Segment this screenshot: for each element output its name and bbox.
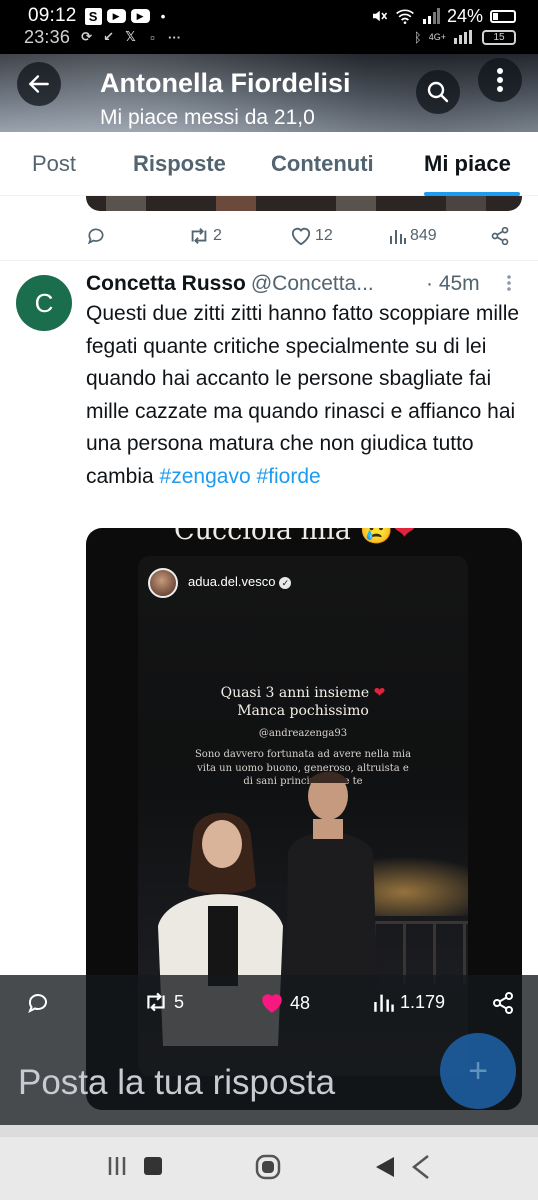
reply-icon (28, 994, 47, 1014)
like-count: 12 (315, 227, 333, 244)
more-options-button[interactable] (478, 58, 522, 102)
heart-filled-icon (262, 994, 282, 1013)
tweet-more-button[interactable] (506, 274, 512, 298)
share-icon (491, 226, 509, 246)
recent-apps-button[interactable] (106, 1153, 164, 1179)
reply-input[interactable]: Posta la tua risposta (18, 1063, 335, 1103)
profile-tabs: Post Risposte Contenuti Mi piace (0, 132, 538, 196)
share-button[interactable] (490, 226, 510, 246)
sync-icon: ⟳ (81, 29, 92, 44)
heart-emoji-icon: ❤ (393, 528, 416, 546)
profile-name: Antonella Fiordelisi (100, 68, 351, 98)
next-tweet-peek (0, 1125, 538, 1137)
story-mention: @andreazenga93 (258, 728, 348, 739)
tab-risposte[interactable]: Risposte (133, 132, 226, 196)
heart-icon (291, 227, 311, 246)
back-nav-button[interactable] (372, 1153, 432, 1181)
retweet-count: 2 (213, 227, 222, 244)
back-arrow-icon (28, 75, 49, 93)
author-handle[interactable]: @Concetta... (251, 272, 374, 296)
avatar[interactable]: C (16, 275, 72, 331)
more-notifications-icon: ··· (168, 29, 182, 45)
tweet-actions: 5 48 1.179 (0, 989, 538, 1021)
tweet-divider (0, 260, 538, 261)
like-button[interactable]: 48 (259, 991, 310, 1015)
hashtag-link[interactable]: #fiorde (256, 465, 320, 488)
header-subtitle: Mi piace messi da 21,0 (100, 106, 315, 129)
retweet-icon (147, 992, 165, 1012)
status-time-secondary: 23:36 (24, 26, 71, 47)
youtube-icon: ▶ (130, 9, 150, 23)
wifi-icon (396, 9, 414, 24)
retweet-button[interactable]: 2 (188, 226, 222, 246)
plus-icon: + (468, 1051, 488, 1090)
back-button[interactable] (17, 62, 61, 106)
mute-icon (372, 10, 388, 22)
dot-icon: • (160, 8, 166, 24)
author-name[interactable]: Concetta Russo (86, 272, 246, 296)
tab-mi-piace[interactable]: Mi piace (424, 132, 511, 196)
hashtag-link[interactable]: #zengavo (160, 465, 251, 488)
previous-tweet-media[interactable] (86, 196, 522, 211)
views-count: 849 (410, 227, 437, 244)
system-navigation-bar (0, 1137, 538, 1200)
missed-call-icon: ↙ (103, 29, 114, 44)
share-icon (493, 992, 513, 1014)
tab-post[interactable]: Post (32, 132, 76, 196)
tab-contenuti[interactable]: Contenuti (271, 132, 374, 196)
retweet-icon (191, 228, 207, 244)
samsung-s-icon: S (84, 7, 102, 25)
status-bar: 09:12 S ▶ ▶ • 24% 23:36 ⟳ ↙ 𝕏 ▫ ··· ᛒ 4G… (0, 0, 538, 54)
tweet-header: Concetta Russo @Concetta... · 45m (86, 270, 516, 298)
like-button[interactable]: 12 (290, 226, 333, 246)
battery-icon-secondary: 15 (482, 29, 516, 45)
vertical-dots-icon (507, 275, 511, 291)
compose-button[interactable]: + (440, 1033, 516, 1109)
views-button[interactable]: 1.179 (373, 991, 445, 1013)
share-button[interactable] (491, 991, 515, 1015)
back-triangle-icon (376, 1155, 429, 1179)
verified-icon: ✓ (279, 576, 292, 589)
image-overlay-text: Cucciola mia 😢❤ (174, 528, 416, 546)
home-button[interactable] (254, 1153, 282, 1181)
reply-button[interactable] (86, 226, 106, 246)
home-icon (255, 1154, 281, 1180)
search-icon (427, 81, 449, 103)
profile-header: Antonella Fiordelisi Mi piace messi da 2… (0, 54, 538, 132)
tweet-text: Questi due zitti zitti hanno fatto scopp… (86, 298, 522, 493)
story-caption-title: Quasi 3 anni insieme ❤ Manca pochissimo (220, 685, 386, 719)
signal-icon (422, 8, 440, 24)
reply-button[interactable] (26, 991, 50, 1015)
heart-emoji-icon: ❤ (373, 685, 386, 701)
views-button[interactable]: 849 (389, 227, 437, 245)
search-button[interactable] (416, 70, 460, 114)
reply-icon (87, 228, 104, 245)
battery-icon (490, 9, 516, 23)
bluetooth-icon: ᛒ (413, 29, 422, 45)
x-logo-icon: 𝕏 (125, 29, 136, 44)
like-count: 48 (290, 992, 311, 1013)
signal-icon (454, 30, 472, 44)
retweet-count: 5 (174, 991, 185, 1012)
tweet-time: · 45m (426, 272, 480, 295)
tweet-body: Questi due zitti zitti hanno fatto scopp… (86, 302, 520, 488)
story-avatar (148, 568, 178, 598)
network-type: 4G+ (428, 32, 446, 42)
status-time: 09:12 (28, 5, 77, 26)
emoji: 😢 (359, 528, 394, 546)
youtube-icon: ▶ (106, 9, 126, 23)
battery-percent: 24% (446, 5, 483, 26)
views-icon (374, 994, 394, 1012)
lock-icon: ▫ (150, 29, 155, 45)
vertical-dots-icon (497, 68, 503, 92)
story-username: adua.del.vesco ✓ (188, 574, 292, 589)
views-count: 1.179 (400, 991, 446, 1012)
previous-tweet-actions: 2 12 849 (86, 221, 516, 251)
recent-apps-icon (108, 1157, 162, 1175)
retweet-button[interactable]: 5 (143, 991, 184, 1013)
views-icon (390, 230, 406, 244)
